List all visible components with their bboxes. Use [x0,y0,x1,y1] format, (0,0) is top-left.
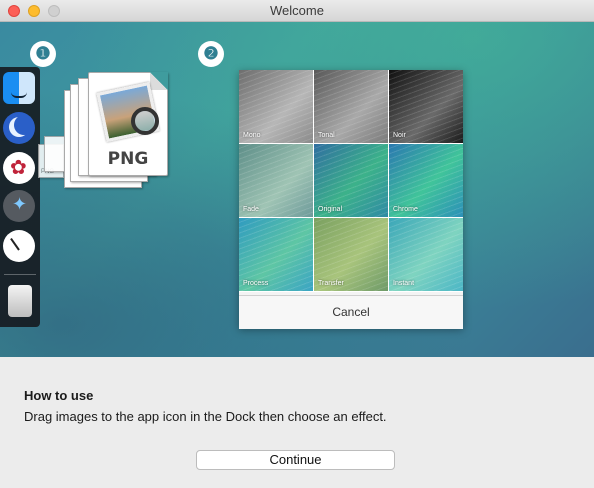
effect-label: Mono [243,132,261,139]
step-two-badge: ❷ [198,41,224,67]
effect-tile-instant[interactable]: Instant [389,218,463,291]
effect-label: Original [318,206,343,213]
png-label: PNG [107,149,149,169]
effect-tile-transfer[interactable]: Transfer [314,218,388,291]
effect-label: Process [243,280,269,287]
effects-grid: Mono Tonal Noir Fade Original Chrome Pro… [239,70,463,292]
title-bar: Welcome [0,0,594,22]
how-to-title: How to use [24,388,94,403]
effect-label: Tonal [318,132,335,139]
how-to-text: Drag images to the app icon in the Dock … [24,409,387,424]
instructions-panel: How to use Drag images to the app icon i… [0,357,594,488]
illustration-panel: ❶ ❷ PNG PNG Mono Tonal Noir Fade Origina… [0,22,594,357]
window-title: Welcome [270,3,324,18]
effect-tile-mono[interactable]: Mono [239,70,313,143]
effect-tile-process[interactable]: Process [239,218,313,291]
magnifier-icon [131,107,159,135]
effect-label: Chrome [393,206,418,213]
effect-label: Instant [393,280,415,287]
cancel-button[interactable]: Cancel [239,295,463,329]
effect-tile-original[interactable]: Original [314,144,388,217]
dock-separator [4,274,36,275]
png-file-icon: PNG [88,72,168,176]
effect-tile-fade[interactable]: Fade [239,144,313,217]
effects-sheet: Mono Tonal Noir Fade Original Chrome Pro… [239,70,463,329]
finder-icon [3,72,35,104]
trash-icon [8,285,32,317]
clock-icon [3,230,35,262]
continue-button[interactable]: Continue [196,450,395,470]
moon-icon [3,112,35,144]
effect-label: Noir [393,132,406,139]
effect-label: Transfer [318,280,344,287]
step-one-badge: ❶ [30,41,56,67]
keychain-icon [3,152,35,184]
launchpad-icon [3,190,35,222]
effect-tile-tonal[interactable]: Tonal [314,70,388,143]
effect-label: Fade [243,206,259,213]
effect-tile-noir[interactable]: Noir [389,70,463,143]
dock [0,67,40,327]
effect-tile-chrome[interactable]: Chrome [389,144,463,217]
